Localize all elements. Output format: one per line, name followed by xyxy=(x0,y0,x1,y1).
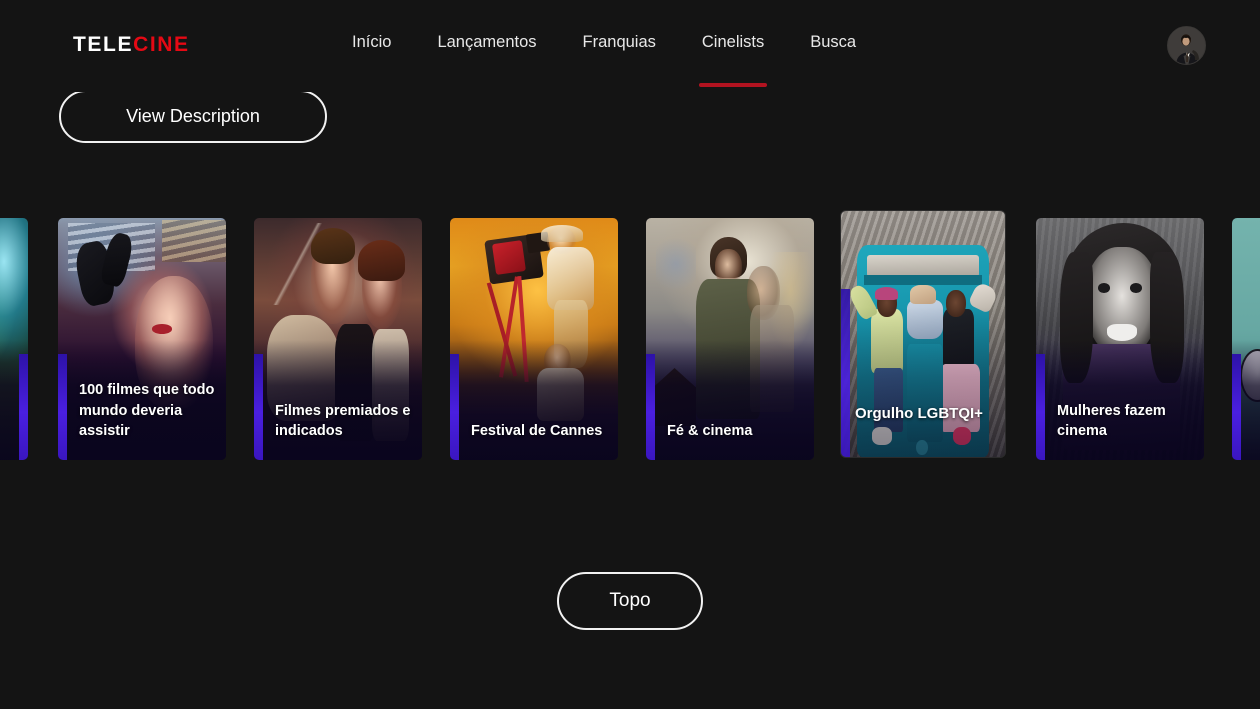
carousel-card-mulheres-fazem-cinema[interactable]: Mulheres fazem cinema xyxy=(1036,218,1204,460)
carousel-card-filmes-premiados[interactable]: Filmes premiados e indicados xyxy=(254,218,422,460)
card-accent-stripe xyxy=(1036,354,1045,460)
nav-item-franquias[interactable]: Franquias xyxy=(583,33,656,52)
card-accent-stripe xyxy=(254,354,263,460)
nav-label-busca: Busca xyxy=(810,33,856,51)
carousel-card-festival-cannes[interactable]: Festival de Cannes xyxy=(450,218,618,460)
user-avatar[interactable] xyxy=(1167,26,1206,65)
card-accent-stripe xyxy=(646,354,655,460)
card-accent-stripe xyxy=(19,354,28,460)
card-gradient-overlay xyxy=(646,340,814,460)
view-description-button[interactable]: View Description xyxy=(59,90,327,143)
nav-item-lancamentos[interactable]: Lançamentos xyxy=(437,33,536,52)
main-navigation: Início Lançamentos Franquias Cinelists B… xyxy=(352,33,856,52)
card-title: Orgulho LGBTQI+ xyxy=(855,403,997,424)
nav-active-underline xyxy=(699,83,767,87)
topo-button[interactable]: Topo xyxy=(557,572,703,630)
card-accent-stripe xyxy=(1232,354,1241,460)
nav-item-busca[interactable]: Busca xyxy=(810,33,856,52)
nav-label-franquias: Franquias xyxy=(583,33,656,51)
top-header: TELECINE Início Lançamentos Franquias Ci… xyxy=(0,0,1260,92)
card-title: Festival de Cannes xyxy=(471,421,608,442)
telecine-logo[interactable]: TELECINE xyxy=(73,33,190,57)
cinelists-carousel: 100 filmes que todo mundo deveria assist… xyxy=(0,195,1260,485)
card-gradient-overlay xyxy=(841,307,1005,457)
card-title: Fé & cinema xyxy=(667,421,804,442)
card-gradient-overlay xyxy=(450,340,618,460)
carousel-card-orgulho-lgbtqi[interactable]: Orgulho LGBTQI+ xyxy=(841,211,1005,457)
nav-item-cinelists[interactable]: Cinelists xyxy=(702,33,764,52)
avatar-person-icon xyxy=(1168,27,1206,65)
carousel-card-partial-left[interactable] xyxy=(0,218,28,460)
nav-label-lancamentos: Lançamentos xyxy=(437,33,536,51)
carousel-card-partial-right[interactable] xyxy=(1232,218,1260,460)
carousel-card-fe-cinema[interactable]: Fé & cinema xyxy=(646,218,814,460)
card-title: Mulheres fazem cinema xyxy=(1057,401,1194,442)
nav-label-cinelists: Cinelists xyxy=(702,33,764,51)
card-title: Filmes premiados e indicados xyxy=(275,401,412,442)
nav-item-inicio[interactable]: Início xyxy=(352,33,391,52)
logo-text-cine: CINE xyxy=(133,33,190,56)
card-title: 100 filmes que todo mundo deveria assist… xyxy=(79,380,216,442)
nav-label-inicio: Início xyxy=(352,33,391,51)
card-accent-stripe xyxy=(58,354,67,460)
card-accent-stripe xyxy=(450,354,459,460)
card-accent-stripe xyxy=(841,289,850,457)
logo-text-tele: TELE xyxy=(73,33,133,56)
carousel-card-100-filmes[interactable]: 100 filmes que todo mundo deveria assist… xyxy=(58,218,226,460)
